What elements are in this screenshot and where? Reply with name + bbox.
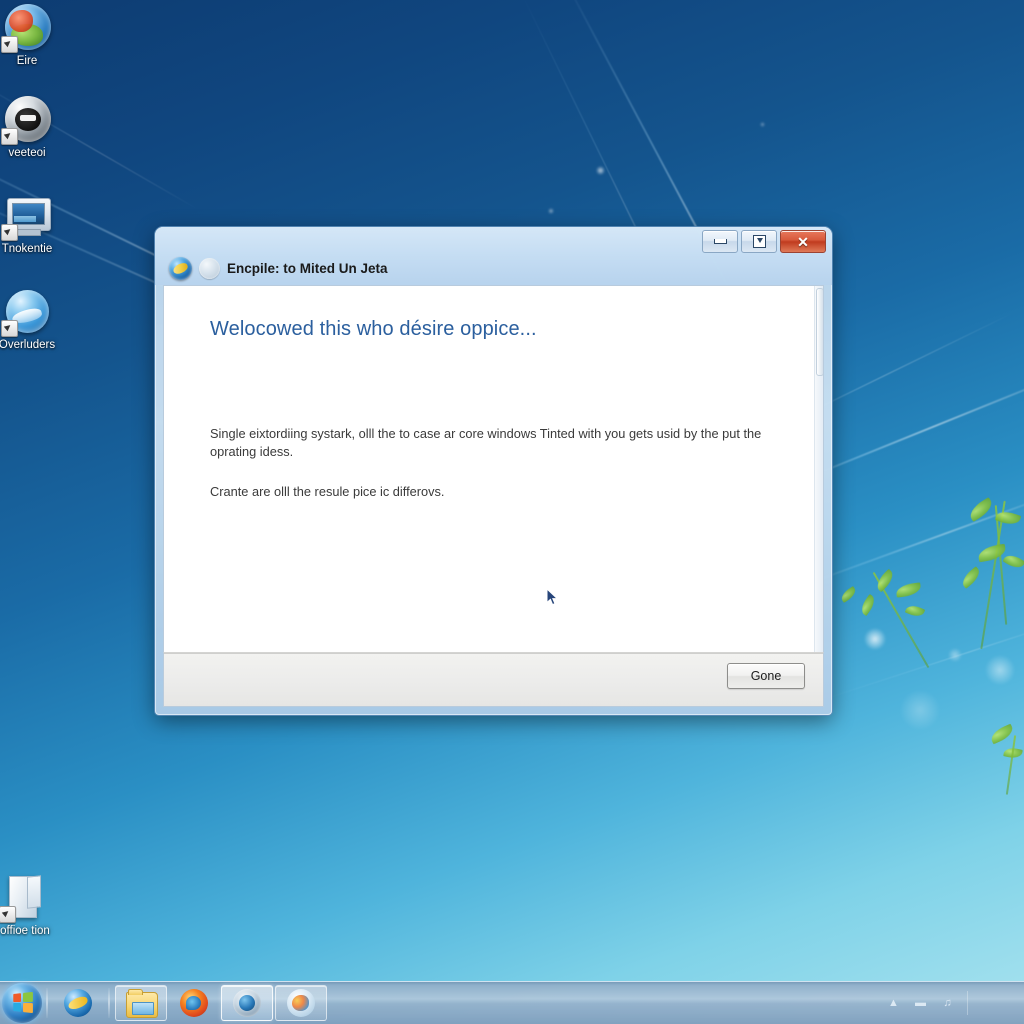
desktop-icon-eire[interactable]: Eire (0, 4, 66, 68)
shortcut-arrow-icon (1, 320, 18, 337)
desktop-icon-label: Tnokentie (1, 243, 53, 255)
maximize-button[interactable] (741, 230, 777, 253)
internet-explorer-icon (169, 257, 192, 280)
desktop-icon-label: offioe tion (0, 925, 50, 937)
shortcut-arrow-icon (1, 224, 18, 241)
document-page-shortcut-icon (0, 874, 49, 923)
window-content-area: Welocowed this who désire oppice... Sing… (163, 285, 824, 652)
shortcut-arrow-icon (1, 128, 18, 145)
media-player-icon (232, 988, 262, 1018)
computer-monitor-shortcut-icon (1, 192, 51, 241)
start-button[interactable] (2, 983, 42, 1023)
taskbar-item-paint-app[interactable] (275, 985, 327, 1021)
folder-icon (126, 988, 158, 1018)
body-text-block: Single eixtordiing systark, olll the to … (210, 425, 777, 501)
globe-world-shortcut-icon (1, 4, 51, 53)
vertical-scrollbar[interactable] (814, 286, 823, 652)
scrollbar-thumb[interactable] (816, 288, 823, 376)
blue-sphere-shortcut-icon (1, 288, 51, 337)
paragraph-2: Crante are olll the resule pice ic diffe… (210, 484, 445, 499)
desktop-icon-tnokentie[interactable]: Tnokentie (0, 192, 66, 256)
paint-palette-icon (286, 988, 316, 1018)
clock[interactable] (980, 990, 1014, 1016)
window-footer: Gone (163, 652, 824, 707)
mouse-cursor-icon (546, 588, 559, 607)
volume-icon[interactable]: ♫ (940, 996, 955, 1011)
taskbar-item-firefox[interactable] (169, 986, 219, 1020)
page-title: Welocowed this who désire oppice... (210, 318, 537, 340)
window-controls: ✕ (702, 230, 826, 253)
paragraph-1: Single eixtordiing systark, olll the to … (210, 426, 762, 459)
firefox-icon (179, 988, 209, 1018)
taskbar-divider (46, 988, 48, 1018)
dark-orb-shortcut-icon (1, 96, 51, 145)
close-button[interactable]: ✕ (780, 230, 826, 253)
tray-divider (967, 991, 968, 1015)
windows-logo-icon (13, 991, 33, 1014)
system-tray: ▲ ▬ ♫ (886, 990, 1024, 1016)
back-navigation-icon[interactable] (199, 258, 220, 279)
desktop-icon-label: Eire (16, 55, 38, 67)
window-title: Encpile: to Mited Un Jeta (227, 261, 388, 276)
taskbar-item-internet-explorer[interactable] (53, 986, 103, 1020)
application-window[interactable]: ✕ Encpile: to Mited Un Jeta Welocowed th… (155, 227, 832, 715)
shortcut-arrow-icon (1, 36, 18, 53)
window-titlebar[interactable]: ✕ Encpile: to Mited Un Jeta (155, 227, 832, 285)
desktop-icon-label: veeteoi (8, 147, 46, 159)
taskbar-item-windows-explorer[interactable] (115, 985, 167, 1021)
desktop-icon-offioe-tion[interactable]: offioe tion (0, 874, 64, 938)
minimize-button[interactable] (702, 230, 738, 253)
window-title-row: Encpile: to Mited Un Jeta (169, 257, 388, 280)
minimize-icon (713, 239, 727, 244)
close-icon: ✕ (797, 233, 809, 250)
maximize-icon (752, 235, 766, 248)
shortcut-arrow-icon (0, 906, 16, 923)
network-icon[interactable]: ▬ (913, 996, 928, 1011)
taskbar-divider (108, 988, 110, 1018)
internet-explorer-icon (63, 988, 93, 1018)
desktop-icon-overluders[interactable]: Overluders (0, 288, 66, 352)
desktop-icon-veeteoi[interactable]: veeteoi (0, 96, 66, 160)
done-button[interactable]: Gone (727, 663, 805, 689)
taskbar[interactable]: ▲ ▬ ♫ (0, 981, 1024, 1024)
taskbar-item-media-player[interactable] (221, 985, 273, 1021)
desktop[interactable]: Eire veeteoi Tnokentie Overluders offioe… (0, 0, 1024, 1024)
chevron-up-icon[interactable]: ▲ (886, 996, 901, 1011)
desktop-icon-label: Overluders (0, 339, 56, 351)
